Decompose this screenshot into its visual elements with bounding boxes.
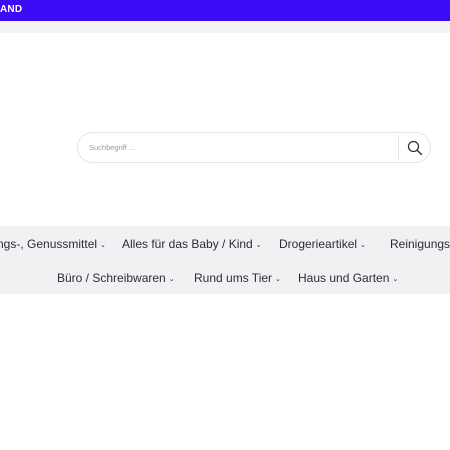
chevron-down-icon: ⌄ <box>392 276 399 283</box>
top-banner-text: AND <box>0 4 23 15</box>
search-divider <box>398 135 399 160</box>
search-box <box>77 132 431 163</box>
nav-item-label: ngs-, Genussmittel <box>0 237 98 251</box>
nav-item-rund-ums-tier[interactable]: Rund ums Tier ⌄ <box>194 271 281 285</box>
nav-item-baby-kind[interactable]: Alles für das Baby / Kind ⌄ <box>122 237 262 251</box>
nav-item-genussmittel[interactable]: ngs-, Genussmittel ⌄ <box>0 237 106 251</box>
nav-item-reinigungs[interactable]: Reinigungs <box>390 237 450 251</box>
top-banner: AND <box>0 0 450 21</box>
nav-item-label: Haus und Garten <box>298 271 390 285</box>
chevron-down-icon: ⌄ <box>255 242 262 249</box>
nav-item-label: Büro / Schreibwaren <box>57 271 166 285</box>
search-button[interactable] <box>400 134 430 161</box>
nav-item-label: Drogerieartikel <box>279 237 358 251</box>
chevron-down-icon: ⌄ <box>360 242 366 249</box>
chevron-down-icon: ⌄ <box>100 242 106 249</box>
nav-item-label: Rund ums Tier <box>194 271 273 285</box>
chevron-down-icon: ⌄ <box>275 276 281 283</box>
search-input[interactable] <box>89 140 389 155</box>
nav-item-buero-schreibwaren[interactable]: Büro / Schreibwaren ⌄ <box>57 271 175 285</box>
nav-item-label: Alles für das Baby / Kind <box>122 237 253 251</box>
sub-bar <box>0 21 450 33</box>
search-icon <box>407 140 423 155</box>
chevron-down-icon: ⌄ <box>168 276 175 283</box>
nav-item-drogerieartikel[interactable]: Drogerieartikel ⌄ <box>279 237 366 251</box>
main-category-nav: ngs-, Genussmittel ⌄ Alles für das Baby /… <box>0 226 450 294</box>
nav-item-haus-und-garten[interactable]: Haus und Garten ⌄ <box>298 271 398 285</box>
nav-item-label: Reinigungs <box>390 237 450 251</box>
